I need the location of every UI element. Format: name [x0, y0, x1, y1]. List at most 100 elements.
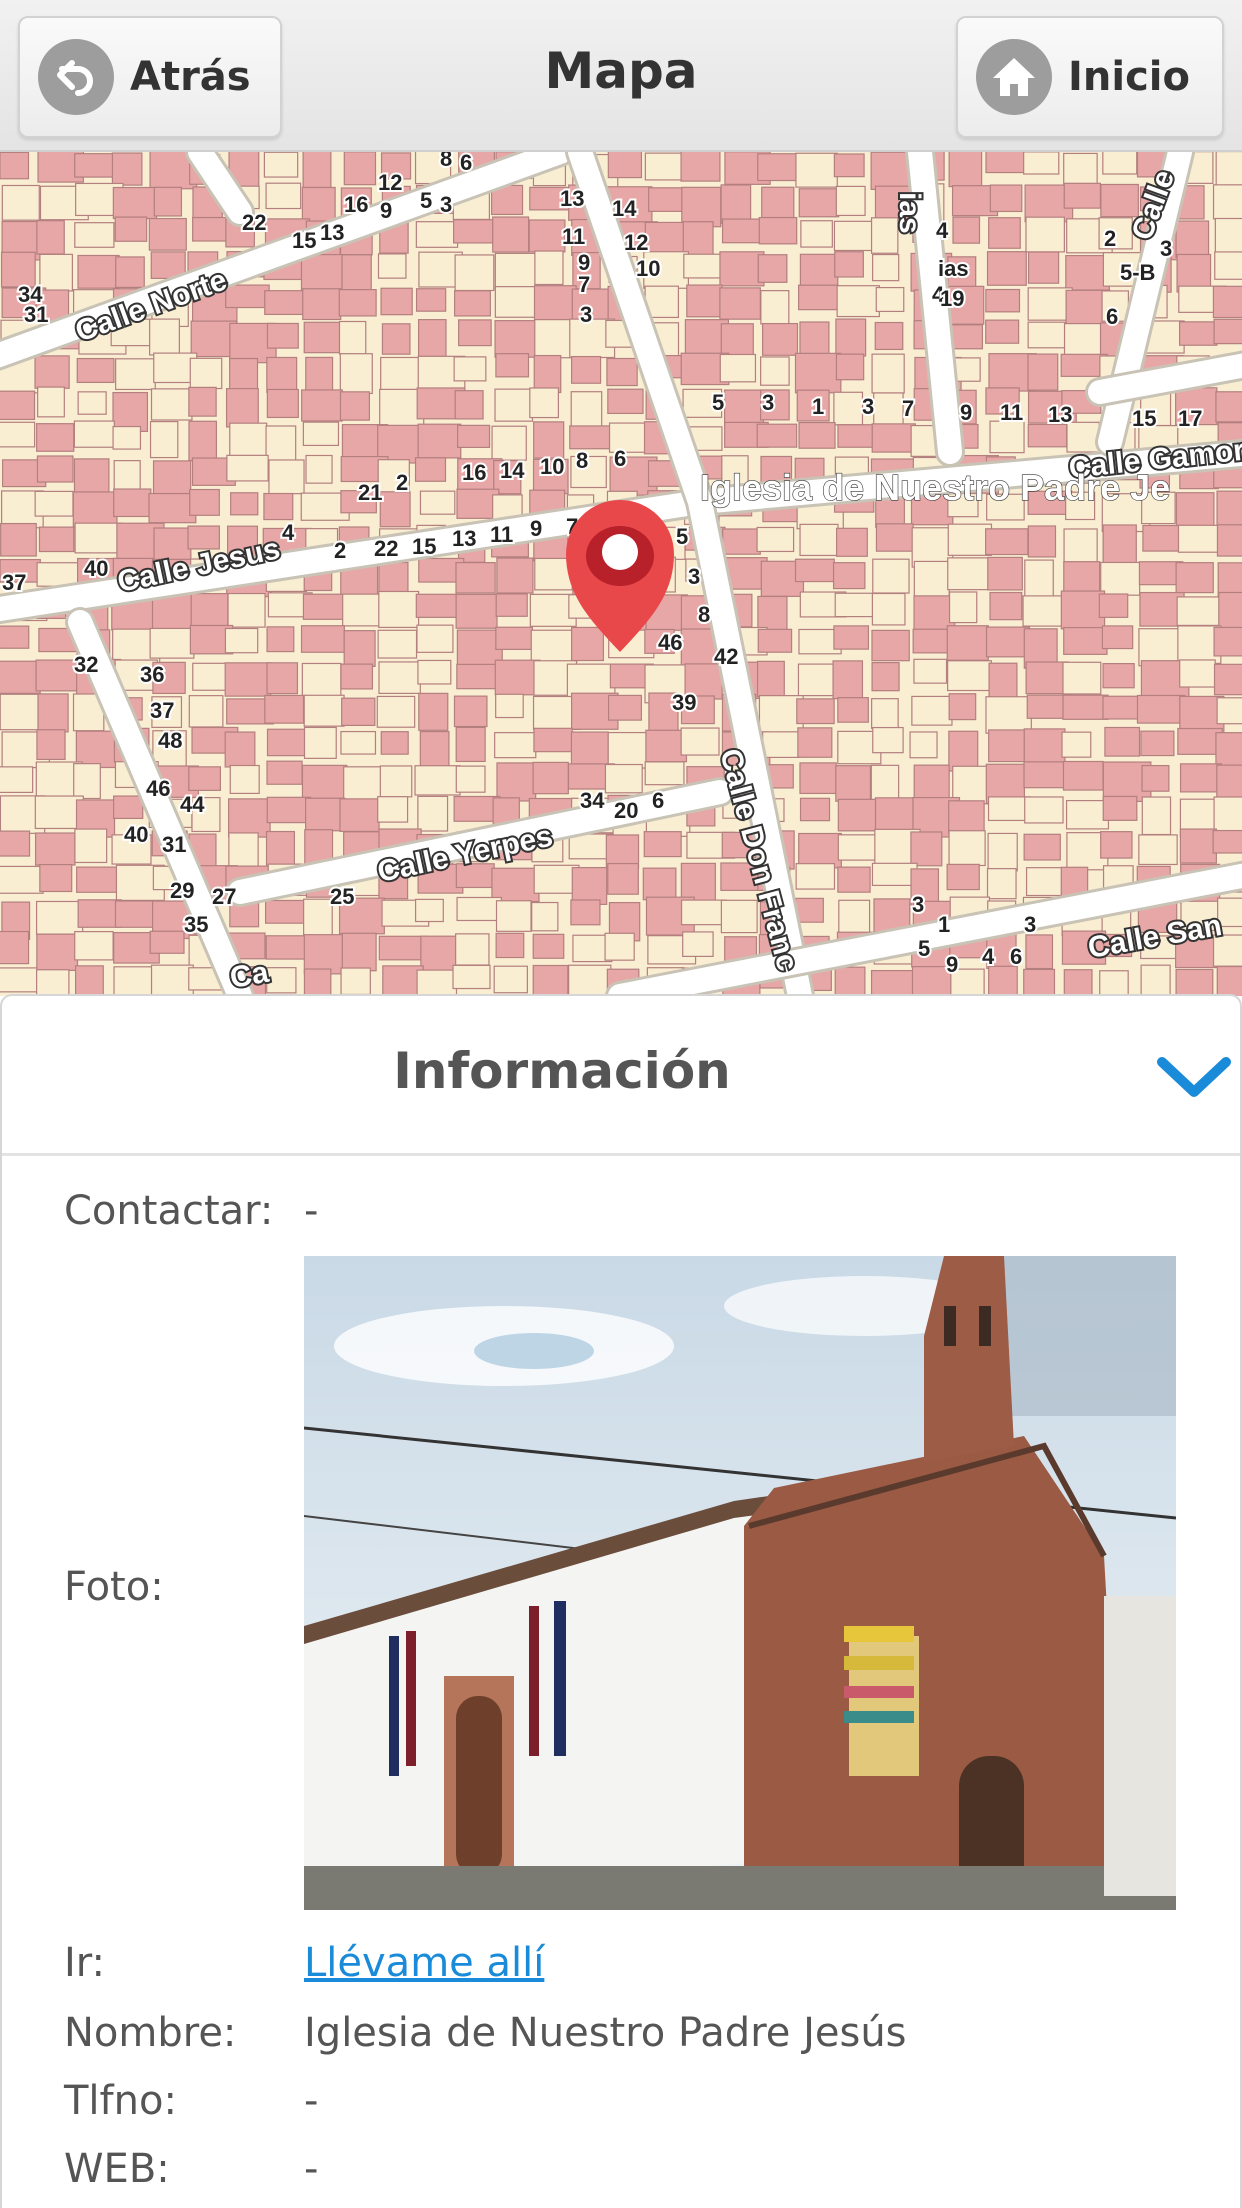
building — [644, 761, 685, 786]
building — [36, 455, 74, 483]
building — [149, 420, 179, 459]
building — [381, 323, 411, 355]
building — [380, 731, 409, 755]
building — [874, 797, 916, 835]
building — [1213, 318, 1242, 345]
web-value: - — [304, 2146, 319, 2192]
building — [152, 460, 192, 498]
building — [1025, 934, 1054, 970]
building — [494, 388, 534, 422]
home-button[interactable]: Inicio — [956, 16, 1224, 138]
building — [1102, 524, 1137, 565]
building — [417, 423, 462, 459]
building — [948, 830, 986, 867]
building — [722, 528, 761, 555]
building — [833, 391, 864, 426]
building — [794, 897, 824, 923]
building — [720, 899, 758, 934]
building — [1215, 391, 1242, 423]
building — [496, 557, 534, 594]
building — [113, 966, 158, 996]
building — [380, 287, 413, 316]
building — [1023, 968, 1056, 996]
building — [417, 659, 452, 685]
building — [680, 727, 720, 756]
building — [230, 492, 259, 516]
building — [491, 425, 527, 461]
building — [305, 454, 333, 484]
building — [416, 624, 454, 653]
building — [947, 523, 993, 556]
building — [457, 424, 491, 448]
house-number: 13 — [560, 186, 584, 211]
building — [1063, 626, 1108, 655]
building — [378, 590, 420, 629]
building — [1175, 968, 1214, 996]
building — [1213, 626, 1242, 657]
building — [534, 250, 564, 286]
building — [495, 900, 532, 932]
building — [495, 932, 525, 959]
building — [266, 322, 299, 349]
building — [37, 693, 69, 733]
house-number: 6 — [614, 446, 626, 471]
building — [1213, 663, 1242, 696]
building — [838, 899, 871, 934]
building — [1027, 353, 1059, 391]
building — [114, 900, 155, 928]
building — [1140, 964, 1171, 996]
building — [0, 625, 30, 649]
building — [872, 253, 900, 282]
house-number: 37 — [150, 698, 174, 723]
building — [414, 457, 447, 482]
building — [988, 965, 1018, 996]
house-number: ias — [938, 256, 969, 281]
house-number: 7 — [578, 272, 590, 297]
building — [419, 490, 456, 515]
building — [681, 186, 722, 228]
building — [0, 967, 38, 993]
house-number: 5-B — [1120, 260, 1155, 285]
building — [1062, 661, 1102, 695]
building — [720, 184, 752, 225]
building — [798, 284, 839, 311]
house-number: 5 — [420, 188, 432, 213]
building — [643, 831, 682, 858]
map-canvas[interactable]: 8 61216 5 392215 133431131197314121064ias42 3… — [0, 152, 1242, 996]
house-number: 6 — [652, 788, 664, 813]
building — [571, 866, 608, 905]
building — [113, 795, 144, 820]
info-panel-title: Información — [393, 1042, 731, 1100]
map-view[interactable]: 8 6 12 16 5 3 9 22 15 13 34 31 13 11 9 7 3 14 12 10 6 4 ias 4 2 3… — [0, 152, 1242, 996]
chevron-down-icon[interactable] — [1154, 1048, 1234, 1108]
building — [1136, 694, 1186, 724]
building — [341, 697, 376, 727]
building — [986, 868, 1017, 900]
building — [756, 526, 795, 553]
house-number: 14 — [612, 196, 637, 221]
building — [719, 353, 757, 383]
building — [871, 662, 900, 692]
house-number: 25 — [330, 884, 354, 909]
building — [302, 288, 342, 321]
building — [72, 491, 118, 528]
phone-label: Tlfno: — [64, 2078, 177, 2124]
building — [1102, 152, 1138, 175]
house-number: 9 — [380, 198, 392, 223]
building — [762, 322, 799, 356]
building — [836, 285, 880, 318]
building — [339, 353, 373, 395]
building — [378, 661, 421, 694]
building — [1063, 969, 1093, 996]
building — [794, 352, 842, 394]
building — [799, 762, 837, 795]
home-icon — [976, 39, 1052, 115]
building — [985, 319, 1020, 344]
take-me-there-link[interactable]: Llévame allí — [304, 1940, 544, 1986]
building — [760, 356, 790, 386]
building — [569, 425, 614, 450]
building — [149, 318, 180, 356]
go-label: Ir: — [64, 1940, 106, 1986]
info-panel-header[interactable]: Información — [2, 996, 1240, 1156]
building — [761, 186, 795, 221]
